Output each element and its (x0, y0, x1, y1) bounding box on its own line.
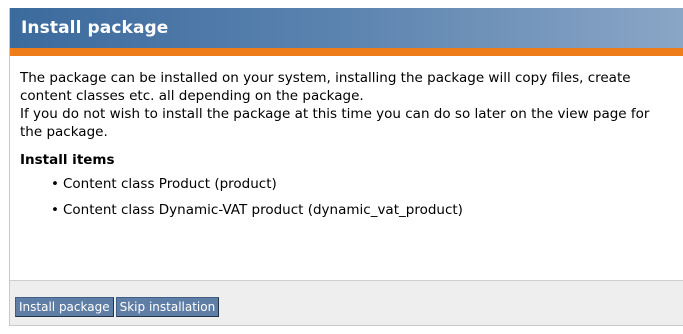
bullet-icon: • (51, 202, 59, 218)
install-items-list: • Content class Product (product) • Cont… (20, 175, 673, 219)
later-install-paragraph: If you do not wish to install the packag… (20, 106, 650, 140)
panel-header: Install package (10, 8, 683, 48)
header-accent-bar (10, 48, 683, 56)
install-item-label: Content class Product (product) (63, 176, 277, 192)
bullet-icon: • (51, 176, 59, 192)
install-package-panel: Install package The package can be insta… (9, 8, 683, 326)
install-item: • Content class Product (product) (51, 175, 673, 193)
panel-title: Install package (21, 18, 169, 38)
description-paragraph: The package can be installed on your sys… (20, 70, 631, 104)
panel-content: The package can be installed on your sys… (10, 56, 683, 276)
skip-installation-button[interactable]: Skip installation (115, 297, 220, 317)
install-package-button[interactable]: Install package (15, 297, 114, 317)
install-item: • Content class Dynamic-VAT product (dyn… (51, 201, 673, 219)
install-item-label: Content class Dynamic-VAT product (dynam… (63, 202, 463, 218)
button-bar: Install package Skip installation (10, 280, 683, 325)
install-items-heading: Install items (20, 152, 115, 168)
